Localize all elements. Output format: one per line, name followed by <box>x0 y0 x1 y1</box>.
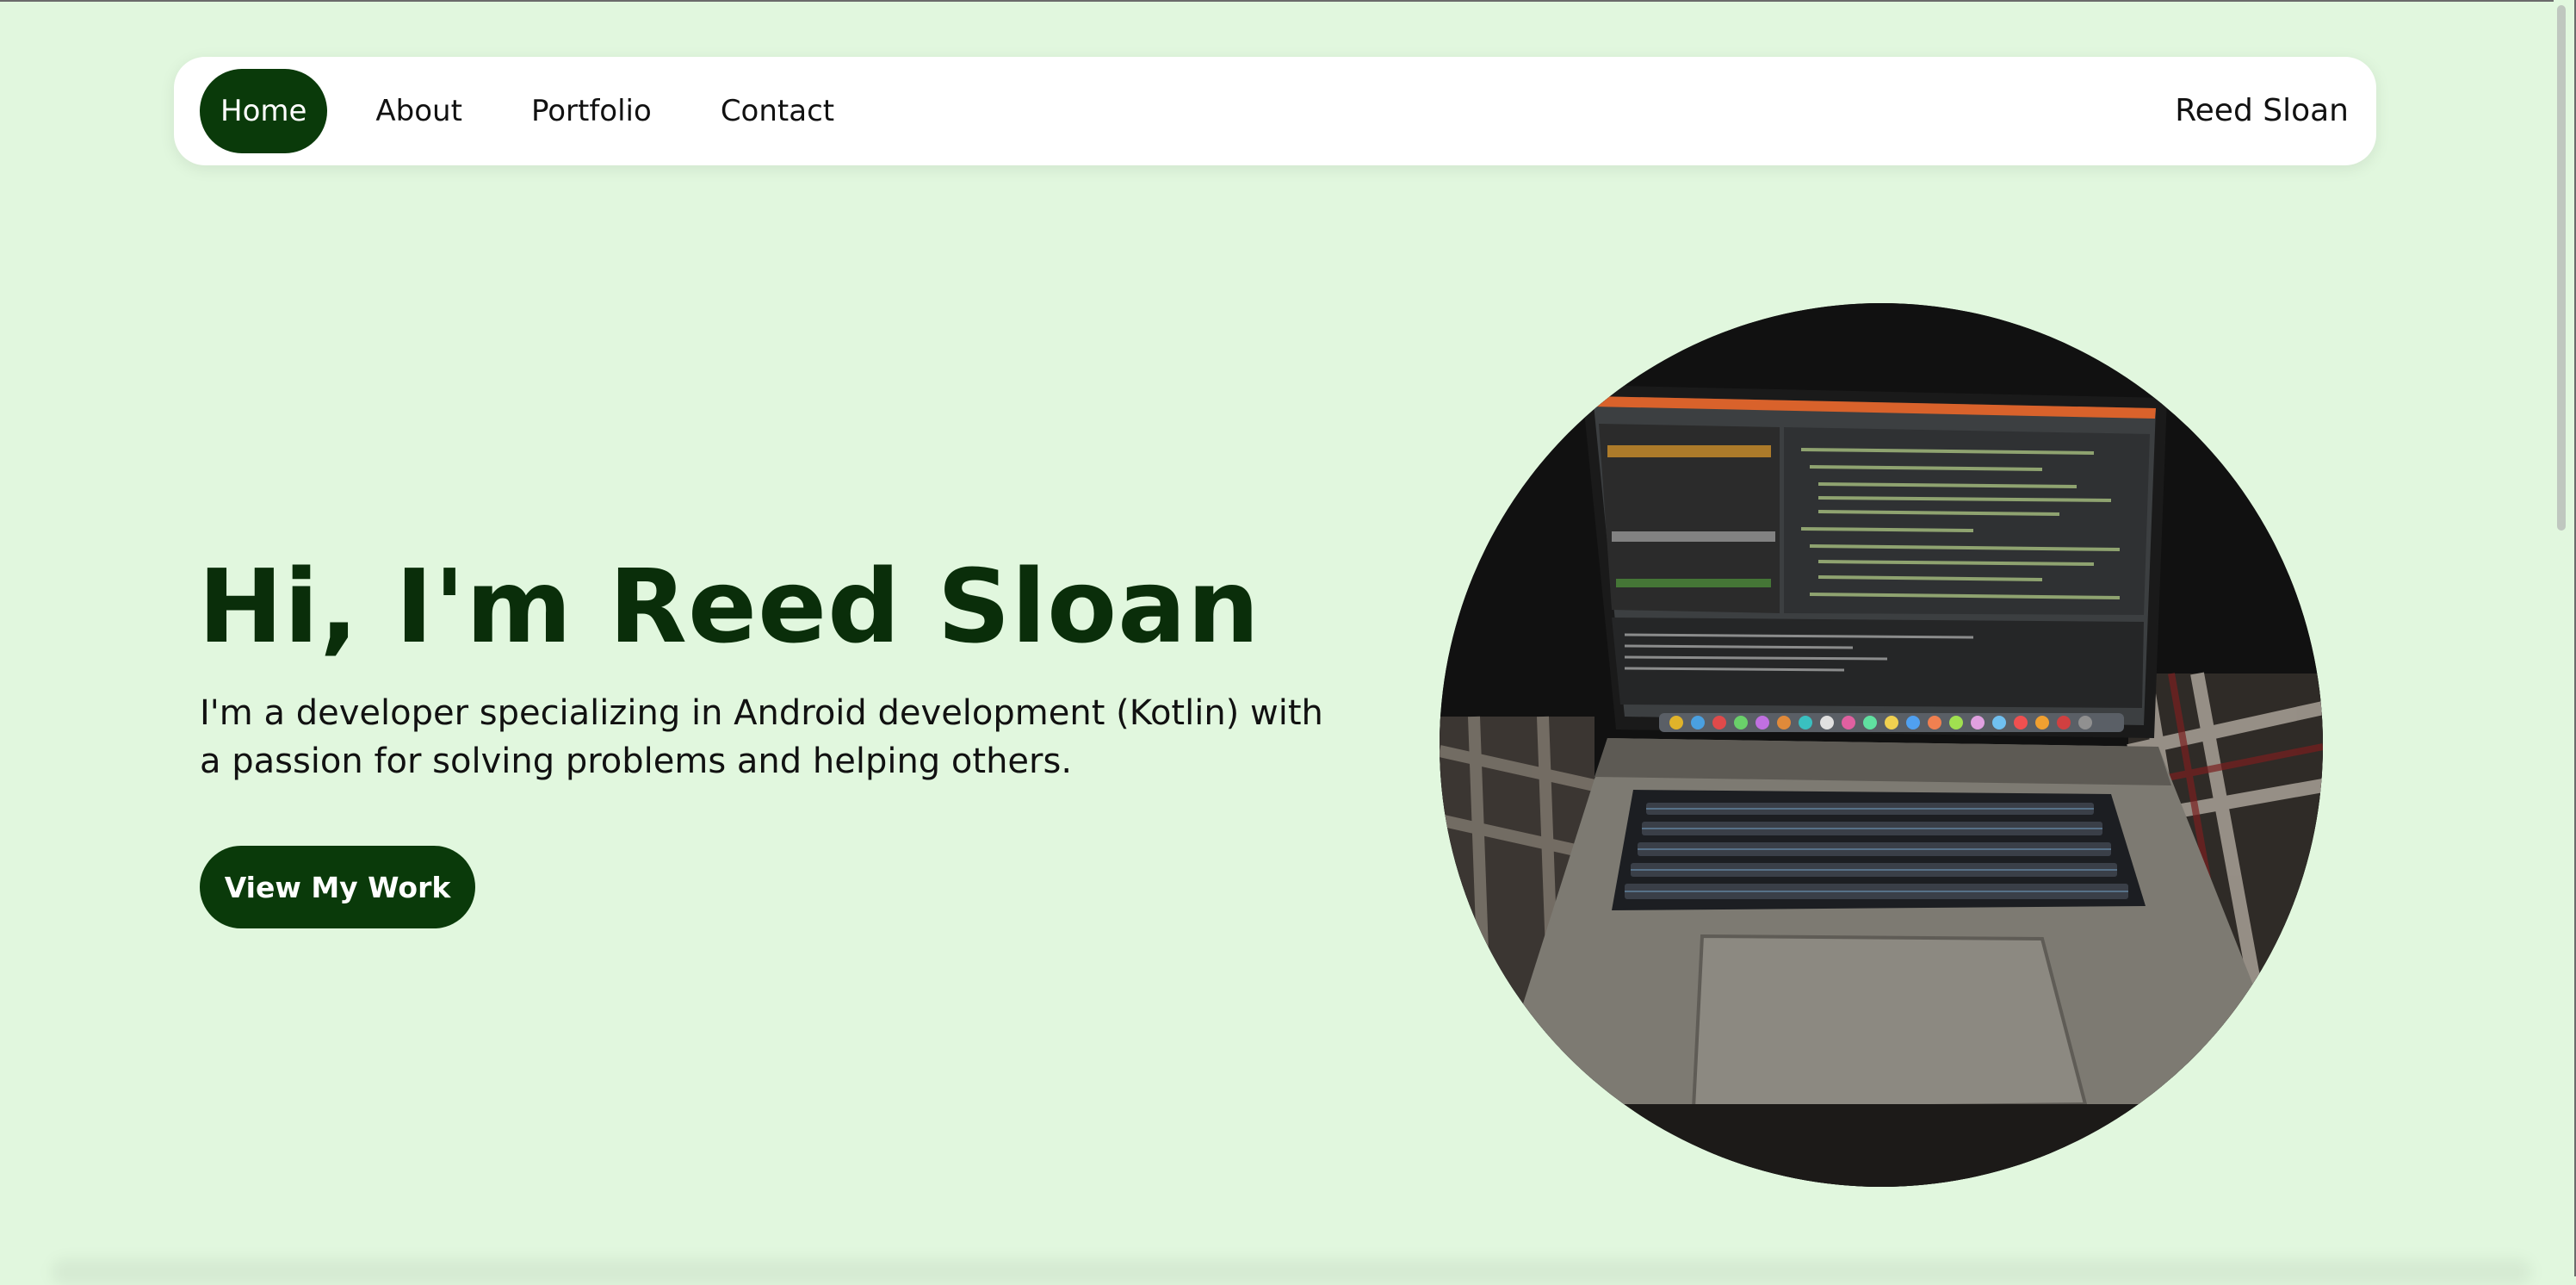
laptop-photo-icon <box>1440 303 2323 1187</box>
brand-name[interactable]: Reed Sloan <box>2175 69 2349 153</box>
navbar: Home About Portfolio Contact Reed Sloan <box>174 57 2376 165</box>
section-divider-shadow <box>52 1259 2531 1285</box>
hero-title: Hi, I'm Reed Sloan <box>198 547 1260 666</box>
hero-subtitle: I'm a developer specializing in Android … <box>200 693 1323 781</box>
hero-photo <box>1440 303 2323 1187</box>
nav-about-link[interactable]: About <box>355 69 483 153</box>
window-top-border <box>0 0 2576 2</box>
nav-portfolio-link[interactable]: Portfolio <box>511 69 672 153</box>
nav-home-link[interactable]: Home <box>200 69 328 153</box>
view-my-work-button[interactable]: View My Work <box>200 846 475 928</box>
nav-links: Home About Portfolio Contact <box>200 69 855 153</box>
nav-contact-link[interactable]: Contact <box>700 69 855 153</box>
scrollbar-thumb[interactable] <box>2557 5 2566 531</box>
